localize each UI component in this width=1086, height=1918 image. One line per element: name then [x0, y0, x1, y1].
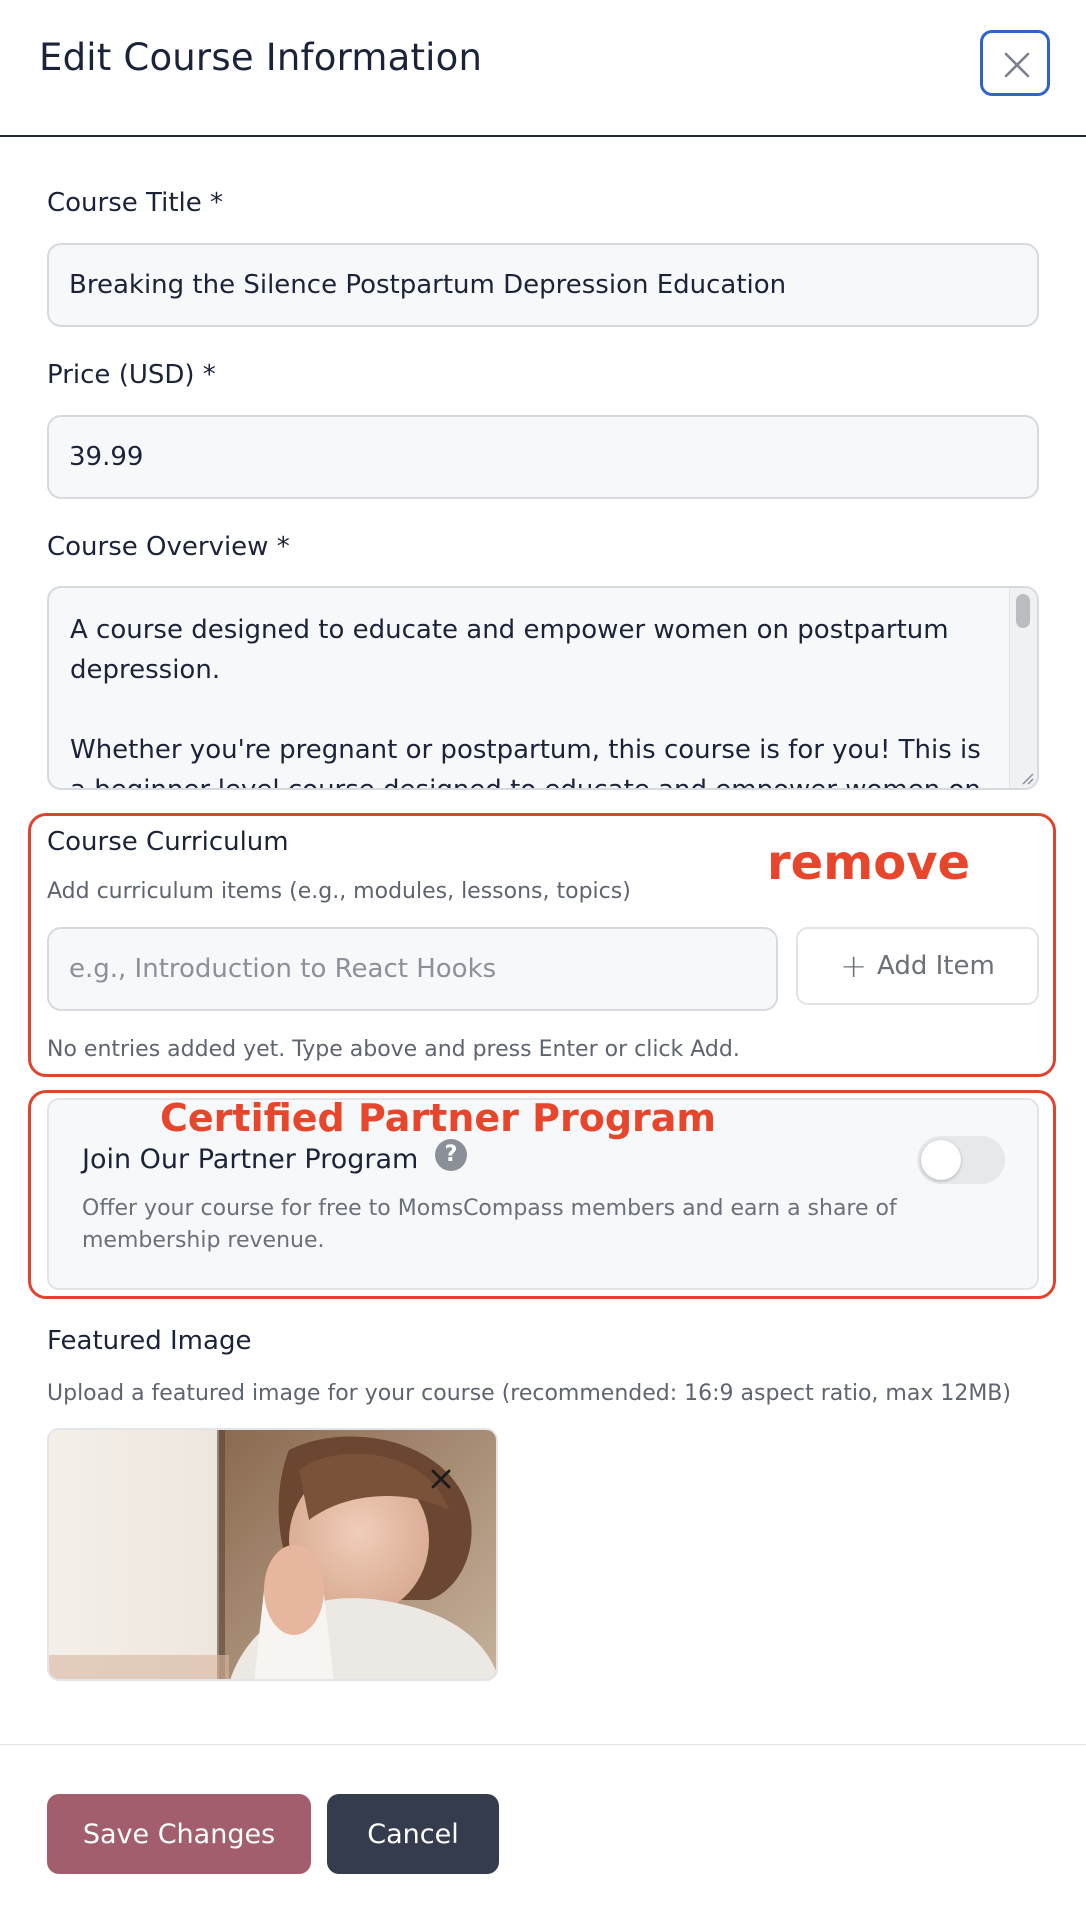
overview-text: A course designed to educate and empower… [70, 610, 1000, 790]
resize-handle-icon[interactable] [1019, 770, 1035, 786]
price-input[interactable]: 39.99 [47, 415, 1039, 499]
cancel-button[interactable]: Cancel [327, 1794, 499, 1874]
close-icon [1004, 52, 1030, 78]
plus-icon: + [840, 947, 867, 985]
save-changes-button[interactable]: Save Changes [47, 1794, 311, 1874]
featured-image-label: Featured Image [47, 1326, 252, 1356]
course-title-input[interactable]: Breaking the Silence Postpartum Depressi… [47, 243, 1039, 327]
close-button[interactable] [980, 30, 1050, 96]
footer-divider [0, 1744, 1086, 1745]
overview-textarea[interactable]: A course designed to educate and empower… [47, 586, 1039, 790]
toggle-knob [921, 1140, 961, 1180]
remove-annotation: remove [767, 835, 971, 891]
overview-paragraph-2: Whether you're pregnant or postpartum, t… [70, 735, 981, 790]
scroll-thumb[interactable] [1016, 594, 1030, 628]
remove-image-icon[interactable] [423, 1461, 459, 1497]
modal-header: Edit Course Information [0, 0, 1086, 137]
modal-title: Edit Course Information [39, 36, 483, 79]
course-title-label: Course Title * [47, 188, 224, 218]
help-icon[interactable]: ? [435, 1139, 467, 1171]
partner-toggle[interactable] [917, 1136, 1005, 1184]
textarea-scrollbar[interactable] [1009, 588, 1037, 788]
featured-image-description: Upload a featured image for your course … [47, 1381, 1011, 1406]
overview-paragraph-1: A course designed to educate and empower… [70, 615, 949, 685]
curriculum-label: Course Curriculum [47, 827, 289, 857]
partner-title: Join Our Partner Program [82, 1144, 419, 1175]
overview-label: Course Overview * [47, 532, 290, 562]
add-item-label: Add Item [877, 951, 995, 981]
partner-annotation: Certified Partner Program [160, 1096, 717, 1140]
add-item-button[interactable]: + Add Item [796, 927, 1039, 1005]
curriculum-input[interactable]: e.g., Introduction to React Hooks [47, 927, 778, 1011]
price-label: Price (USD) * [47, 360, 216, 390]
partner-description: Offer your course for free to MomsCompas… [82, 1196, 897, 1253]
curriculum-empty-message: No entries added yet. Type above and pre… [47, 1037, 740, 1062]
curriculum-description: Add curriculum items (e.g., modules, les… [47, 879, 631, 904]
